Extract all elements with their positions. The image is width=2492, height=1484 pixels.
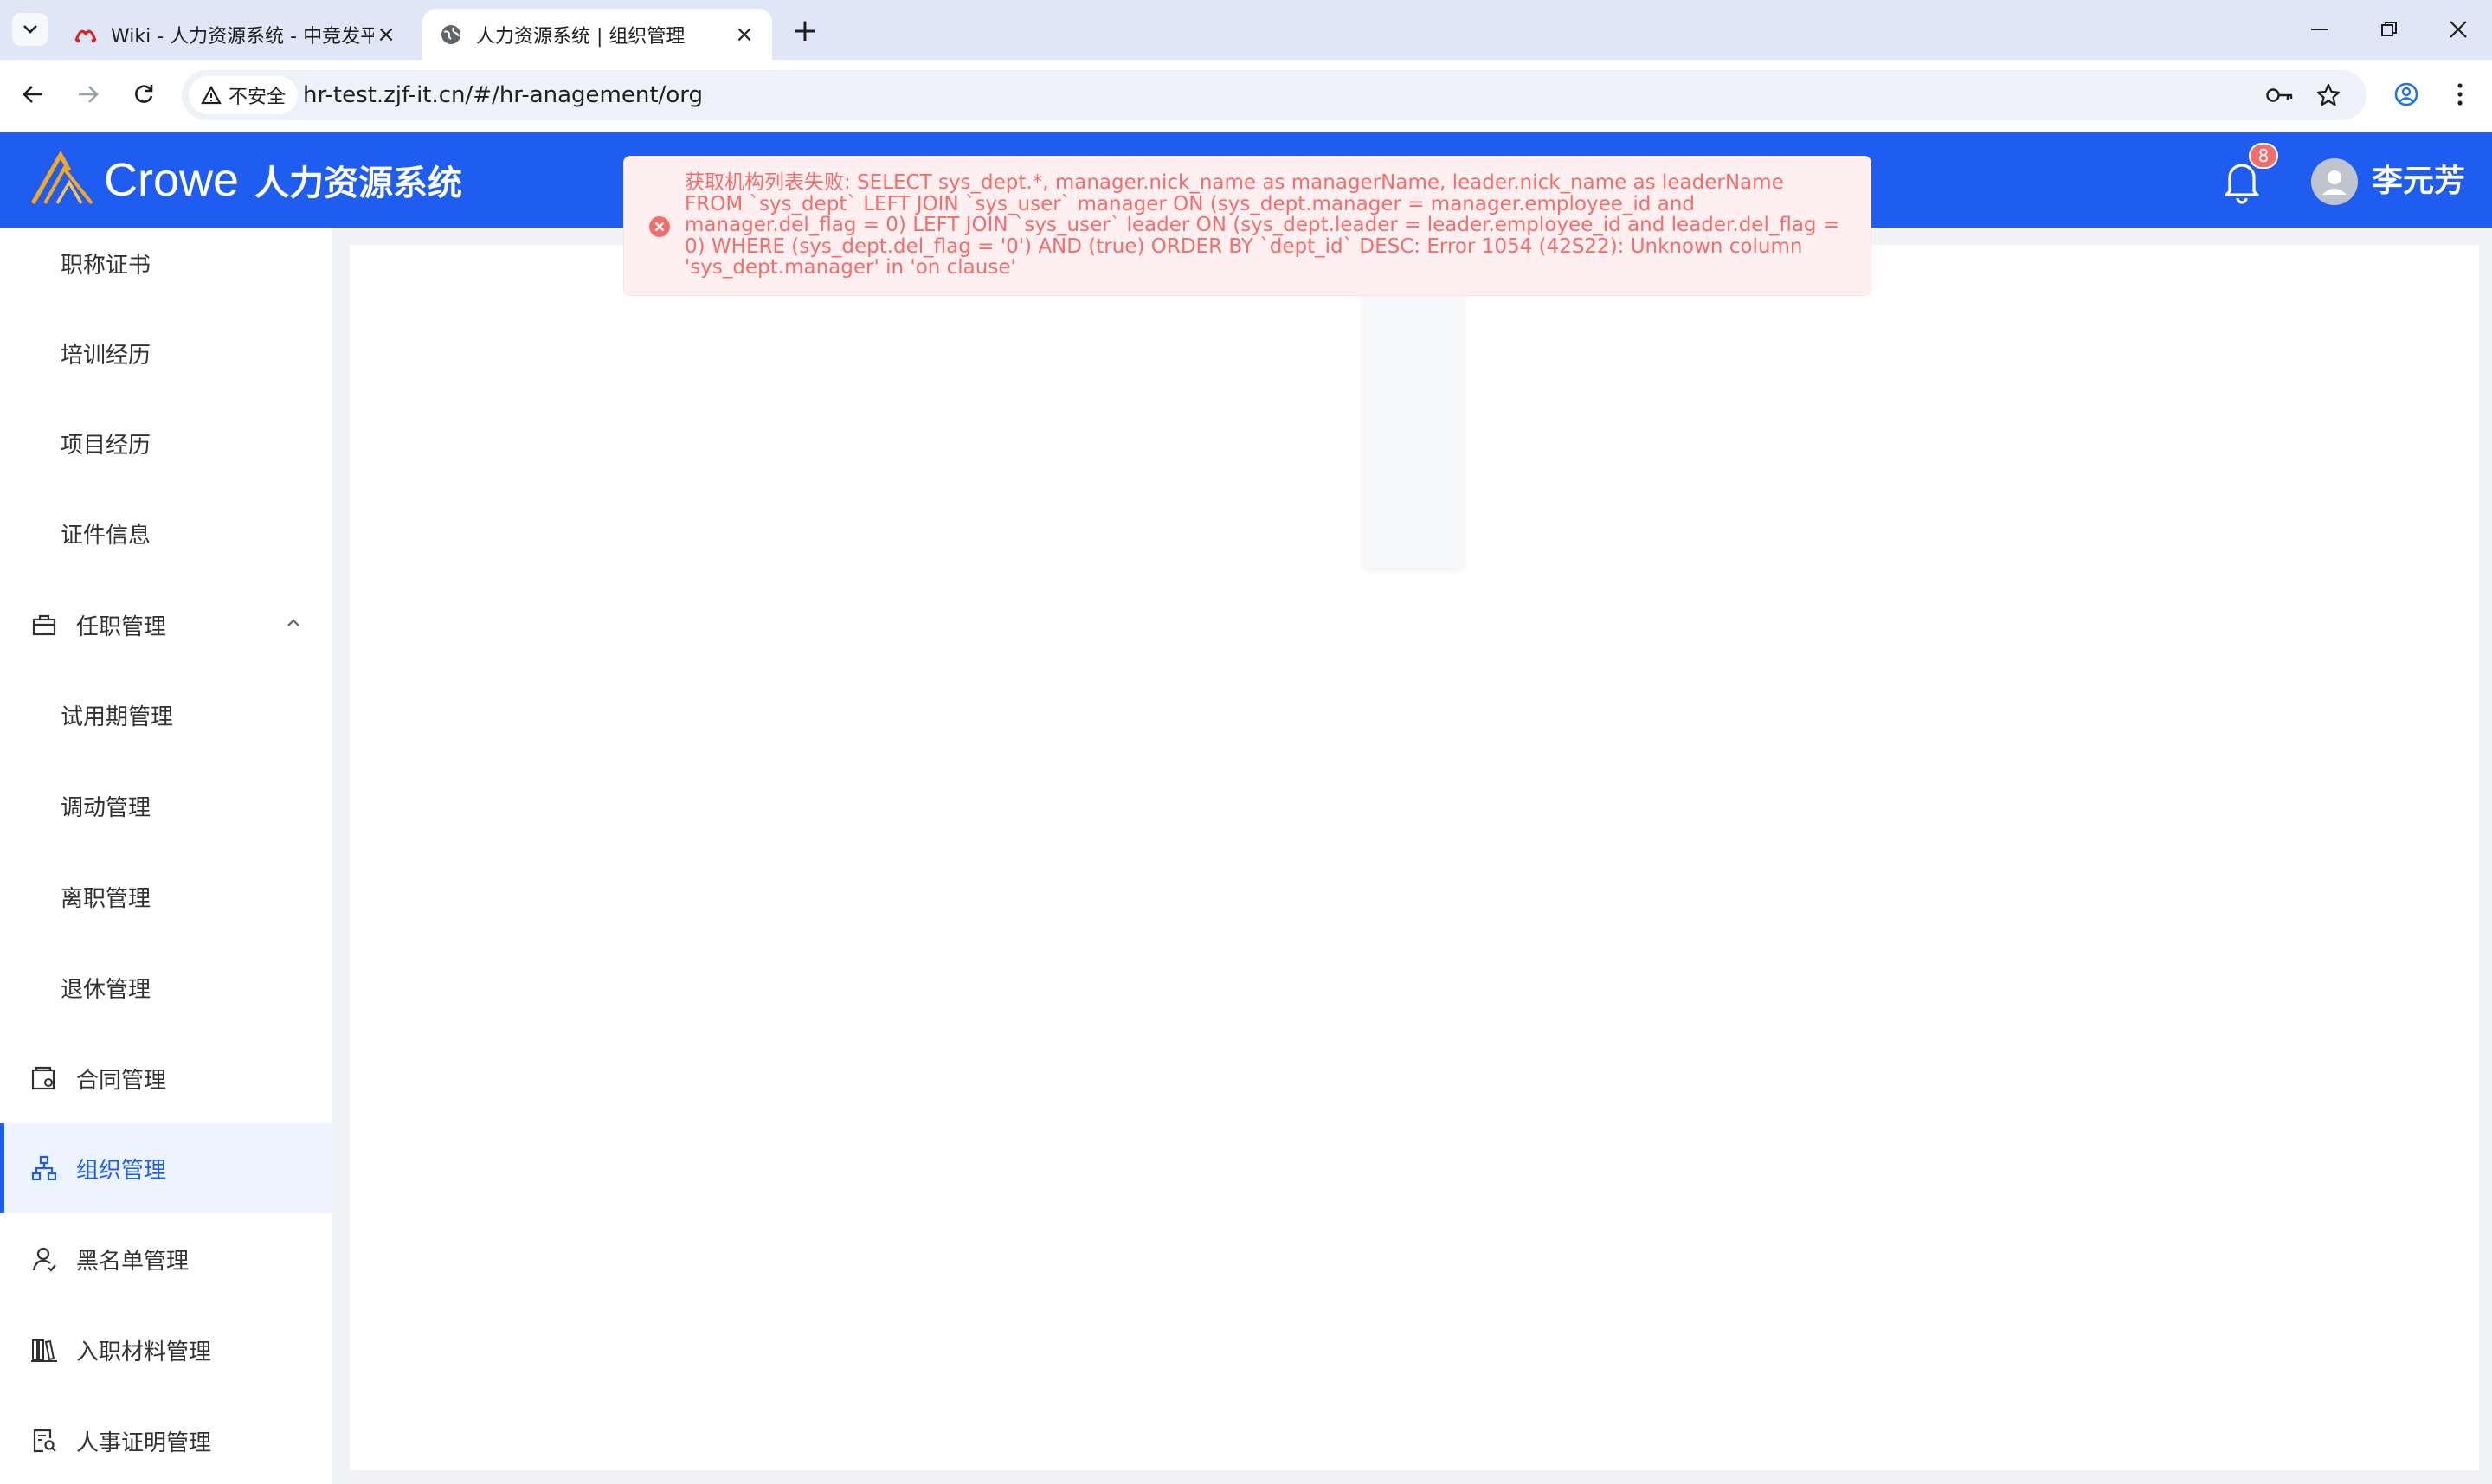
- sidebar-item-label: 培训经历: [61, 342, 151, 369]
- brand-name: Crowe: [104, 154, 240, 206]
- sidebar-item-contracts[interactable]: 合同管理: [0, 1033, 332, 1123]
- sidebar-item-label: 职称证书: [61, 252, 151, 279]
- username[interactable]: 李元芳: [2372, 158, 2465, 205]
- sidebar-item-label: 黑名单管理: [76, 1248, 190, 1275]
- chevron-down-icon: [23, 22, 38, 38]
- org-chart-icon: [29, 1153, 59, 1183]
- sidebar-item-label: 试用期管理: [61, 703, 174, 730]
- browser-tab-strip: Wiki - 人力资源系统 - 中竞发平 × 人力资源系统 | 组织管理 × +: [0, 0, 2492, 60]
- briefcase-icon: [29, 610, 59, 639]
- error-circle-icon: [648, 215, 671, 238]
- sidebar-item-label: 退休管理: [61, 976, 151, 1003]
- sidebar-item-training[interactable]: 培训经历: [0, 308, 332, 398]
- sidebar-item-label: 入职材料管理: [76, 1339, 212, 1365]
- avatar[interactable]: [2311, 158, 2358, 205]
- browser-toolbar: 不安全 hr-test.zjf-it.cn/#/hr-anagement/org: [0, 60, 2492, 132]
- close-icon[interactable]: ×: [374, 22, 398, 48]
- sidebar-item-id-documents[interactable]: 证件信息: [0, 488, 332, 578]
- sidebar-item-transfer[interactable]: 调动管理: [0, 761, 332, 851]
- sidebar-item-projects[interactable]: 项目经历: [0, 398, 332, 488]
- bookmark-star-icon[interactable]: [2311, 78, 2346, 112]
- sidebar-item-probation[interactable]: 试用期管理: [0, 670, 332, 760]
- sidebar-item-employment[interactable]: 任职管理: [0, 580, 332, 670]
- close-window-button[interactable]: [2434, 10, 2482, 48]
- notification-badge: 8: [2249, 143, 2278, 169]
- sidebar-item-label: 合同管理: [76, 1067, 167, 1094]
- sidebar-item-resignation[interactable]: 离职管理: [0, 851, 332, 941]
- system-name: 人力资源系统: [254, 164, 463, 203]
- profile-icon[interactable]: [2387, 75, 2425, 113]
- tab-hr-org[interactable]: 人力资源系统 | 组织管理 ×: [422, 9, 772, 60]
- contract-icon: [29, 1063, 59, 1093]
- crowe-logo-icon: [29, 150, 95, 210]
- reload-button[interactable]: [125, 75, 163, 113]
- new-tab-button[interactable]: +: [788, 13, 822, 48]
- document-search-icon: [29, 1426, 59, 1455]
- books-icon: [29, 1335, 59, 1365]
- sidebar: 职称证书 培训经历 项目经历 证件信息 任职管理 试用期管理 调动管理 离职管理…: [0, 228, 332, 1484]
- wiki-favicon-icon: [73, 22, 99, 48]
- app-logo[interactable]: Crowe 人力资源系统: [29, 150, 463, 210]
- forward-button[interactable]: [69, 75, 107, 113]
- sidebar-item-label: 证件信息: [61, 522, 151, 549]
- globe-icon: [438, 22, 464, 48]
- sidebar-item-label: 组织管理: [76, 1157, 167, 1184]
- tab-title: Wiki - 人力资源系统 - 中竞发平: [111, 25, 374, 48]
- sidebar-item-title-certificate[interactable]: 职称证书: [0, 218, 332, 308]
- tab-wiki[interactable]: Wiki - 人力资源系统 - 中竞发平 ×: [57, 9, 414, 60]
- back-button[interactable]: [14, 75, 52, 113]
- tab-title: 人力资源系统 | 组织管理: [476, 25, 686, 48]
- sidebar-item-label: 调动管理: [61, 794, 151, 821]
- minimize-button[interactable]: [2296, 10, 2344, 48]
- chevron-up-icon: [284, 613, 303, 632]
- close-icon[interactable]: ×: [732, 22, 757, 48]
- restore-button[interactable]: [2365, 10, 2413, 48]
- sidebar-item-label: 任职管理: [76, 614, 167, 640]
- security-chip-label: 不安全: [229, 87, 287, 108]
- tab-search-button[interactable]: [12, 13, 48, 46]
- sidebar-item-blacklist[interactable]: 黑名单管理: [0, 1214, 332, 1304]
- sidebar-item-label: 项目经历: [61, 432, 151, 459]
- warning-icon: [201, 86, 222, 105]
- security-chip[interactable]: 不安全: [189, 76, 299, 114]
- sidebar-item-label: 离职管理: [61, 885, 151, 912]
- more-menu-icon[interactable]: [2441, 75, 2479, 113]
- key-icon[interactable]: [2263, 78, 2297, 112]
- sidebar-item-label: 人事证明管理: [76, 1429, 212, 1456]
- error-message-text: 获取机构列表失败: SELECT sys_dept.*, manager.nic…: [685, 171, 1840, 279]
- sidebar-item-hr-certificates[interactable]: 人事证明管理: [0, 1396, 332, 1484]
- user-icon: [29, 1244, 59, 1274]
- sidebar-item-organization[interactable]: 组织管理: [0, 1123, 332, 1213]
- address-bar[interactable]: 不安全 hr-test.zjf-it.cn/#/hr-anagement/org: [182, 70, 2366, 120]
- url-text[interactable]: hr-test.zjf-it.cn/#/hr-anagement/org: [303, 70, 703, 120]
- empty-dropdown-panel: [1364, 277, 1463, 568]
- error-message: 获取机构列表失败: SELECT sys_dept.*, manager.nic…: [623, 156, 1871, 296]
- sidebar-item-retirement[interactable]: 退休管理: [0, 942, 332, 1032]
- sidebar-item-onboarding-materials[interactable]: 入职材料管理: [0, 1305, 332, 1395]
